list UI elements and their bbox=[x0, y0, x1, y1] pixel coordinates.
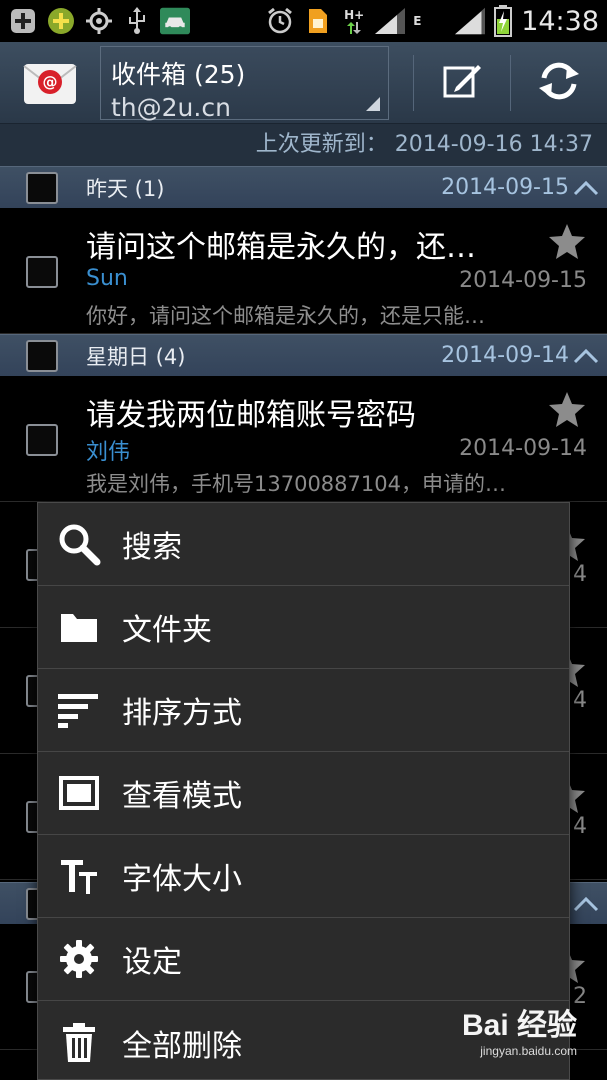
search-icon bbox=[38, 503, 120, 586]
mail-date-fragment: 4 bbox=[573, 562, 587, 587]
email-app-icon[interactable]: @ bbox=[22, 58, 78, 108]
group-date: 2014-09-15 bbox=[441, 175, 569, 200]
usb-icon bbox=[122, 6, 152, 36]
refresh-button[interactable] bbox=[511, 42, 607, 124]
options-menu: 搜索 文件夹 排序方式 查看模式 字体大小 设定 全部删除 bbox=[37, 502, 570, 1080]
status-time: 14:38 bbox=[521, 5, 599, 37]
menu-item-view-mode[interactable]: 查看模式 bbox=[38, 752, 569, 835]
menu-item-search[interactable]: 搜索 bbox=[38, 503, 569, 586]
menu-item-folder[interactable]: 文件夹 bbox=[38, 586, 569, 669]
svg-text:@: @ bbox=[43, 73, 58, 91]
signal-strength-icon bbox=[375, 6, 406, 36]
compose-button[interactable] bbox=[414, 42, 510, 124]
trash-icon bbox=[38, 1001, 120, 1080]
last-updated-text: 上次更新到： 2014-09-16 14:37 bbox=[0, 124, 607, 166]
mail-item[interactable]: 请问这个邮箱是永久的，还… Sun 2014-09-15 你好，请问这个邮箱是永… bbox=[0, 208, 607, 334]
account-email: th@2u.cn bbox=[111, 92, 231, 122]
signal-strength-3-icon bbox=[455, 6, 486, 36]
mail-item[interactable]: 请发我两位邮箱账号密码 刘伟 2014-09-14 我是刘伟，手机号137008… bbox=[0, 376, 607, 502]
mail-preview: 我是刘伟，手机号13700887104，申请的… bbox=[86, 472, 506, 496]
menu-item-label: 全部删除 bbox=[122, 1028, 242, 1064]
gear-icon bbox=[38, 918, 120, 1001]
group-date: 2014-09-14 bbox=[441, 343, 569, 368]
hplus-signal-icon: H+ bbox=[341, 6, 367, 36]
menu-item-font-size[interactable]: 字体大小 bbox=[38, 835, 569, 918]
mail-date-fragment: 4 bbox=[573, 688, 587, 713]
folder-title: 收件箱 (25) bbox=[111, 59, 246, 89]
mail-subject: 请发我两位邮箱账号密码 bbox=[86, 398, 416, 433]
chevron-up-icon[interactable] bbox=[569, 889, 603, 919]
menu-item-label: 设定 bbox=[122, 945, 182, 980]
mail-date: 2014-09-15 bbox=[459, 268, 587, 293]
group-label: 星期日 (4) bbox=[86, 344, 186, 369]
status-bar: H+ E 14:38 bbox=[0, 0, 607, 42]
mail-preview: 你好，请问这个邮箱是永久的，还是只能… bbox=[86, 304, 485, 328]
gps-icon bbox=[84, 6, 114, 36]
action-bar: @ 收件箱 (25) th@2u.cn bbox=[0, 42, 607, 124]
add-notification-icon bbox=[8, 6, 38, 36]
alarm-icon bbox=[265, 6, 295, 36]
mail-sender: 刘伟 bbox=[86, 440, 131, 465]
menu-item-label: 搜索 bbox=[122, 530, 182, 565]
chevron-up-icon[interactable] bbox=[569, 341, 603, 371]
group-checkbox[interactable] bbox=[26, 339, 58, 372]
compose-icon bbox=[442, 61, 482, 105]
mail-sender: Sun bbox=[86, 266, 128, 291]
battery-charging-icon bbox=[493, 5, 513, 37]
menu-item-label: 查看模式 bbox=[122, 779, 242, 814]
font-size-icon bbox=[38, 835, 120, 918]
mail-checkbox[interactable] bbox=[26, 256, 58, 288]
network-type-label: H+ bbox=[344, 8, 365, 22]
watermark: Bai 经验 jingyan.baidu.com bbox=[462, 1000, 577, 1058]
mail-date-fragment: 4 bbox=[573, 814, 587, 839]
menu-item-sort[interactable]: 排序方式 bbox=[38, 669, 569, 752]
network-type-2-label: E bbox=[413, 14, 422, 28]
chevron-up-icon[interactable] bbox=[569, 173, 603, 203]
dropdown-triangle-icon bbox=[366, 96, 381, 111]
sim-card-icon bbox=[303, 6, 333, 36]
menu-item-label: 文件夹 bbox=[122, 613, 212, 648]
group-header[interactable]: 昨天 (1) 2014-09-15 bbox=[0, 166, 607, 208]
signal-strength-2-icon: E bbox=[413, 6, 447, 36]
star-icon[interactable] bbox=[547, 222, 587, 262]
mail-checkbox[interactable] bbox=[26, 424, 58, 456]
menu-item-label: 排序方式 bbox=[122, 696, 242, 731]
app-badge-icon bbox=[46, 6, 76, 36]
menu-item-label: 字体大小 bbox=[122, 862, 242, 897]
mail-subject: 请问这个邮箱是永久的，还… bbox=[86, 230, 476, 265]
group-header[interactable]: 星期日 (4) 2014-09-14 bbox=[0, 334, 607, 376]
watermark-url: jingyan.baidu.com bbox=[480, 1044, 577, 1058]
folder-icon bbox=[38, 586, 120, 669]
group-label: 昨天 (1) bbox=[86, 176, 165, 201]
view-mode-icon bbox=[38, 752, 120, 835]
account-selector[interactable]: 收件箱 (25) th@2u.cn bbox=[100, 45, 390, 122]
sort-icon bbox=[38, 669, 120, 752]
menu-item-settings[interactable]: 设定 bbox=[38, 918, 569, 1001]
mail-date: 2014-09-14 bbox=[459, 436, 587, 461]
watermark-brand: Bai 经验 bbox=[461, 1009, 577, 1042]
refresh-icon bbox=[535, 61, 583, 105]
car-mode-icon bbox=[160, 6, 190, 36]
group-checkbox[interactable] bbox=[26, 171, 58, 204]
star-icon[interactable] bbox=[547, 390, 587, 430]
